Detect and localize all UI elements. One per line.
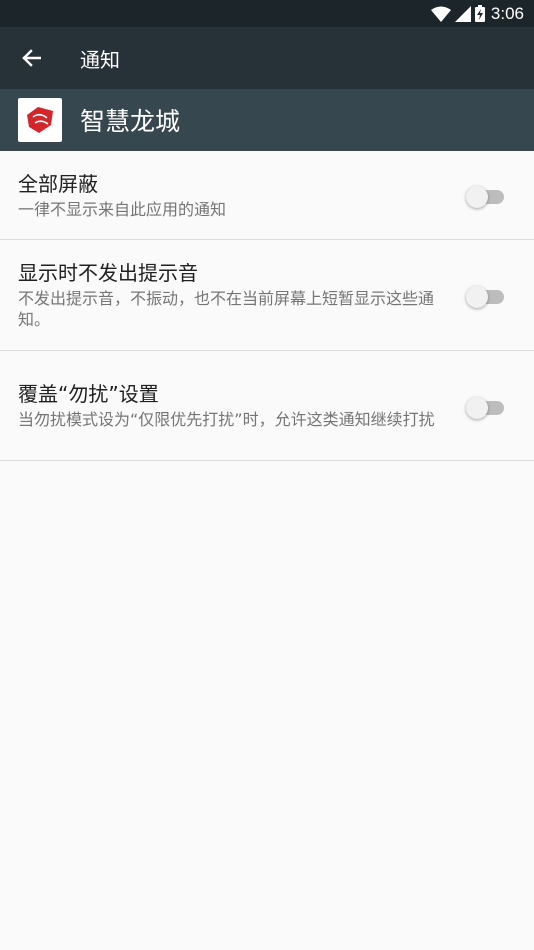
setting-silent[interactable]: 显示时不发出提示音 不发出提示音，不振动，也不在当前屏幕上短暂显示这些通知。 — [0, 240, 534, 351]
setting-title: 覆盖“勿扰”设置 — [18, 382, 159, 406]
silent-toggle[interactable] — [466, 284, 504, 308]
block-all-toggle[interactable] — [466, 184, 504, 208]
setting-subtitle: 不发出提示音，不振动，也不在当前屏幕上短暂显示这些通知。 — [18, 289, 435, 329]
setting-subtitle: 一律不显示来自此应用的通知 — [18, 199, 227, 219]
page-title: 通知 — [80, 47, 120, 72]
setting-override-dnd[interactable]: 覆盖“勿扰”设置 当勿扰模式设为“仅限优先打扰”时，允许这类通知继续打扰 — [0, 351, 534, 461]
override-dnd-toggle[interactable] — [466, 395, 504, 419]
battery-charging-icon — [474, 5, 485, 22]
app-icon — [18, 98, 62, 142]
arrow-back-icon — [22, 49, 41, 67]
app-header: 智慧龙城 — [0, 89, 534, 151]
setting-title: 全部屏蔽 — [18, 171, 98, 196]
setting-subtitle: 当勿扰模式设为“仅限优先打扰”时，允许这类通知继续打扰 — [18, 410, 435, 429]
wifi-icon — [430, 6, 451, 22]
toolbar: 通知 — [0, 27, 534, 89]
status-bar: 3:06 — [0, 0, 534, 27]
app-name: 智慧龙城 — [80, 107, 181, 136]
back-button[interactable] — [0, 27, 62, 89]
setting-title: 显示时不发出提示音 — [18, 261, 198, 285]
signal-icon — [454, 5, 471, 22]
status-time: 3:06 — [490, 3, 524, 23]
setting-block-all[interactable]: 全部屏蔽 一律不显示来自此应用的通知 — [0, 151, 534, 240]
